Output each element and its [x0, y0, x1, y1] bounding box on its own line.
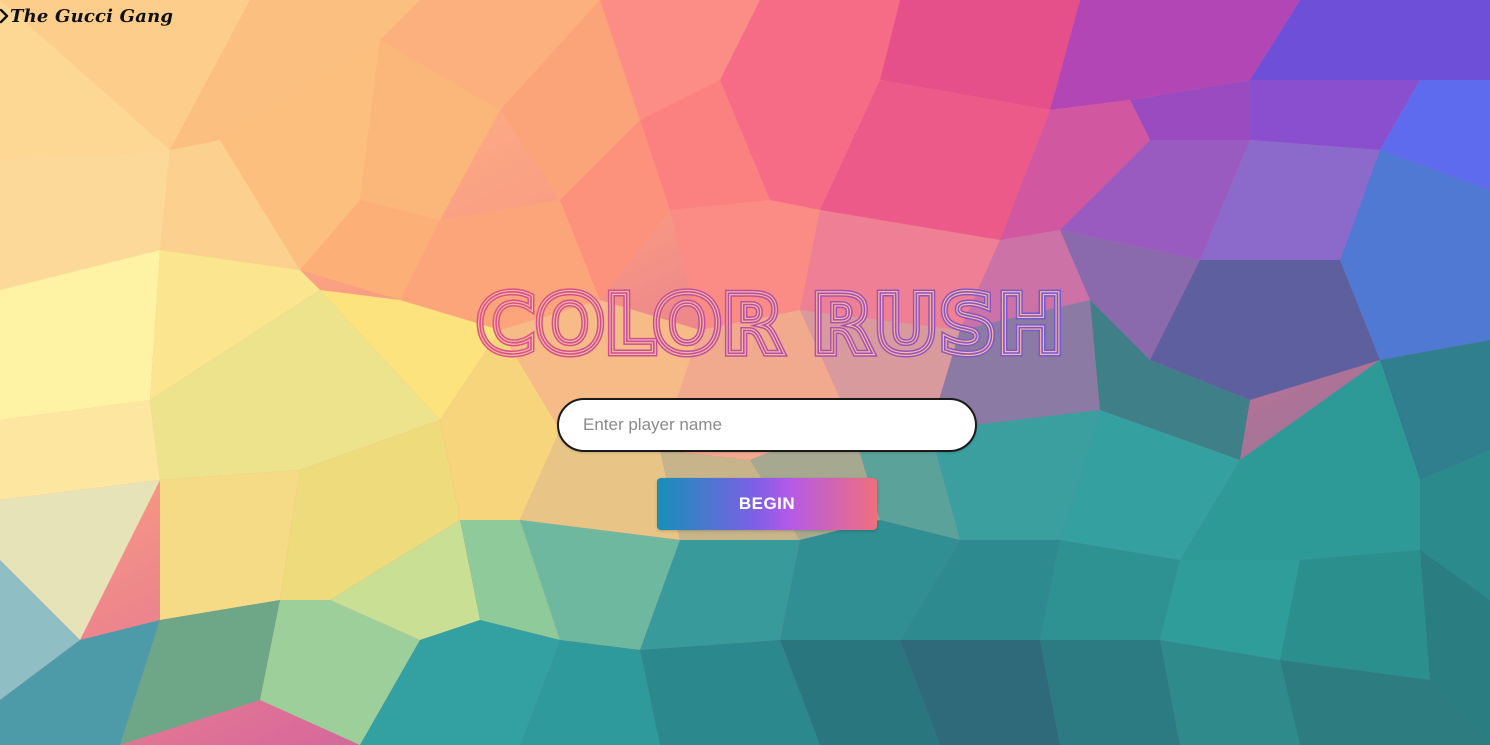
title-core-stroke: COLOR RUSH — [476, 278, 1064, 370]
player-name-input[interactable] — [557, 398, 977, 452]
chevron-right-icon — [0, 8, 9, 24]
low-poly-background — [0, 0, 1490, 745]
begin-button[interactable]: BEGIN — [657, 478, 877, 530]
brand-name: The Gucci Gang — [10, 5, 174, 27]
brand: The Gucci Gang — [0, 2, 173, 30]
game-title: COLOR RUSH COLOR RUSH COLOR RUSH — [472, 275, 1068, 370]
